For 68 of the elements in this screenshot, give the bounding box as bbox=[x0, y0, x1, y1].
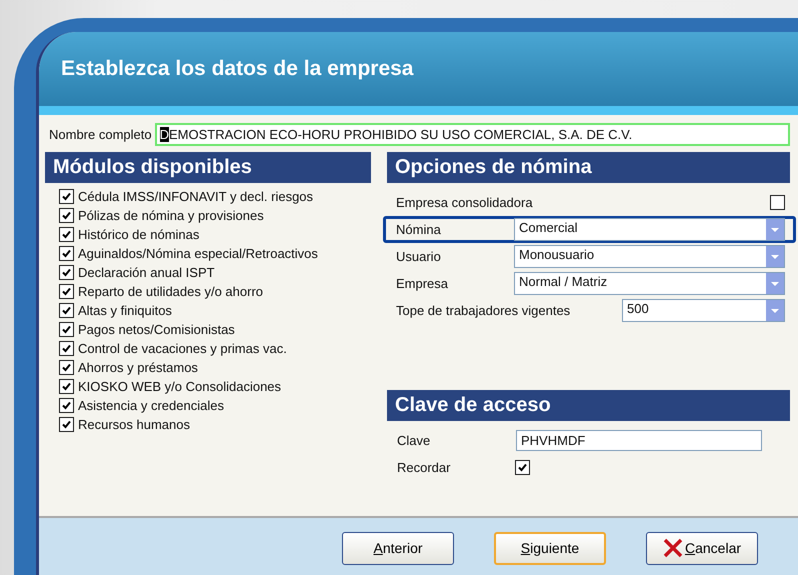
checkmark-icon bbox=[61, 210, 72, 221]
checkbox[interactable] bbox=[59, 208, 74, 223]
option-label: Nómina bbox=[396, 222, 442, 237]
checkbox-label: Altas y finiquitos bbox=[78, 303, 172, 318]
checkbox-label: Aguinaldos/Nómina especial/Retroactivos bbox=[78, 246, 318, 261]
checkbox-label: KIOSKO WEB y/o Consolidaciones bbox=[78, 379, 282, 394]
checkbox[interactable] bbox=[59, 227, 74, 242]
checkbox-label: Pagos netos/Comisionistas bbox=[78, 322, 235, 337]
section-header: Módulos disponibles bbox=[45, 152, 371, 183]
window-title: Establezca los datos de la empresa bbox=[61, 57, 414, 81]
checkbox-label: Histórico de nóminas bbox=[78, 227, 200, 242]
checkmark-icon bbox=[61, 362, 72, 373]
section-header: Opciones de nómina bbox=[387, 152, 790, 183]
field-label: Clave bbox=[397, 433, 432, 448]
checkbox[interactable] bbox=[59, 341, 74, 356]
option-label: Empresa consolidadora bbox=[396, 195, 534, 210]
checkmark-icon bbox=[61, 191, 72, 202]
dropdown-arrow-icon bbox=[771, 308, 779, 312]
dropdown-arrow-icon bbox=[771, 228, 779, 232]
cancel-button[interactable]: Cancelar bbox=[646, 532, 758, 564]
option-label: Usuario bbox=[396, 249, 442, 264]
key-field[interactable]: PHVHMDF bbox=[516, 430, 762, 451]
dropdown[interactable]: 500 bbox=[622, 299, 785, 322]
checkbox[interactable] bbox=[59, 360, 74, 375]
checkbox-label: Cédula IMSS/INFONAVIT y decl. riesgos bbox=[78, 189, 314, 204]
option-label: Empresa bbox=[396, 276, 450, 291]
dropdown[interactable]: Normal / Matriz bbox=[514, 272, 785, 295]
checkbox-label: Recordar bbox=[397, 460, 452, 475]
checkbox[interactable] bbox=[59, 417, 74, 432]
checkmark-icon bbox=[61, 343, 72, 354]
checkmark-icon bbox=[61, 400, 72, 411]
field-label: Nombre completo bbox=[49, 127, 152, 142]
checkbox-label: Reparto de utilidades y/o ahorro bbox=[78, 284, 264, 299]
dropdown-arrow-icon bbox=[771, 282, 779, 286]
checkmark-icon bbox=[61, 286, 72, 297]
checkmark-icon bbox=[61, 305, 72, 316]
checkbox-label: Pólizas de nómina y provisiones bbox=[78, 208, 264, 223]
dropdown[interactable]: Comercial bbox=[514, 218, 785, 241]
checkbox-label: Asistencia y credenciales bbox=[78, 398, 224, 413]
checkmark-icon bbox=[61, 267, 72, 278]
checkbox[interactable] bbox=[59, 246, 74, 261]
checkbox-label: Ahorros y préstamos bbox=[78, 360, 198, 375]
dropdown[interactable]: Monousuario bbox=[514, 245, 785, 268]
checkmark-icon bbox=[61, 419, 72, 430]
checkbox[interactable] bbox=[59, 398, 74, 413]
checkmark-icon bbox=[517, 462, 528, 473]
wizard-button[interactable]: Siguiente bbox=[494, 532, 606, 564]
checkbox[interactable] bbox=[515, 460, 530, 475]
option-label: Tope de trabajadores vigentes bbox=[396, 303, 572, 318]
checkbox[interactable] bbox=[59, 189, 74, 204]
checkbox[interactable] bbox=[770, 195, 785, 210]
checkmark-icon bbox=[61, 229, 72, 240]
checkbox[interactable] bbox=[59, 284, 74, 299]
checkbox[interactable] bbox=[59, 265, 74, 280]
close-icon bbox=[662, 538, 683, 558]
checkbox-label: Recursos humanos bbox=[78, 417, 190, 432]
checkmark-icon bbox=[61, 381, 72, 392]
checkbox-label: Declaración anual ISPT bbox=[78, 265, 215, 280]
wizard-button[interactable]: Anterior bbox=[342, 532, 454, 564]
section-header: Clave de acceso bbox=[387, 390, 790, 421]
checkbox[interactable] bbox=[59, 379, 74, 394]
checkmark-icon bbox=[61, 248, 72, 259]
checkbox[interactable] bbox=[59, 322, 74, 337]
checkmark-icon bbox=[61, 324, 72, 335]
dropdown-arrow-icon bbox=[771, 254, 779, 258]
checkbox-label: Control de vacaciones y primas vac. bbox=[78, 341, 287, 356]
name-field[interactable]: DEMOSTRACION ECO-HORU PROHIBIDO SU USO COMERCIAL, S.A. DE C.V. bbox=[154, 123, 790, 146]
checkbox[interactable] bbox=[59, 303, 74, 318]
